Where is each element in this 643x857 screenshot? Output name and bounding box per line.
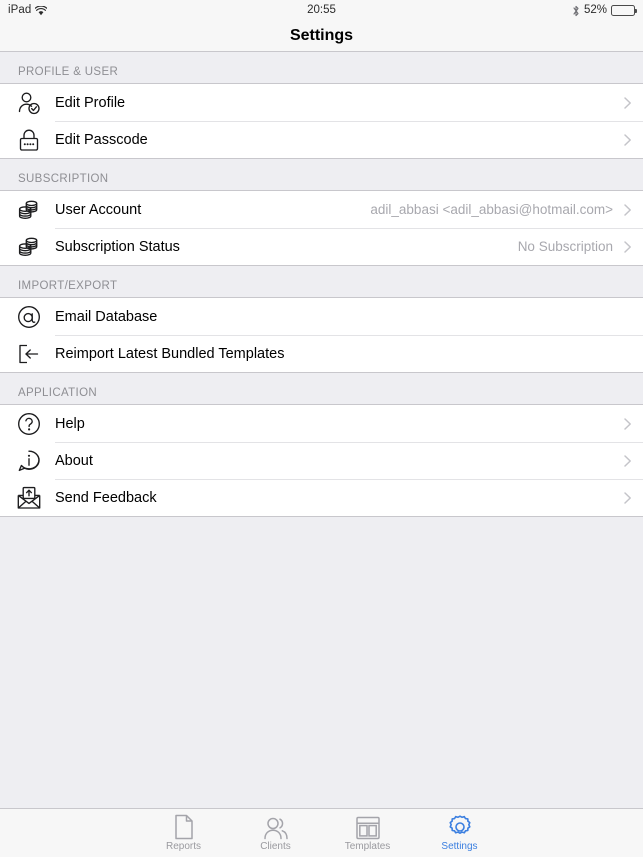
tab-label: Templates xyxy=(344,840,391,852)
page-title: Settings xyxy=(289,26,354,44)
tab-reports[interactable]: Reports xyxy=(138,809,230,857)
settings-row-label: Edit Passcode xyxy=(55,131,148,148)
tab-bar: Reports Clients Templates Settings xyxy=(0,808,643,857)
wifi-icon xyxy=(35,5,48,16)
settings-row[interactable]: Reimport Latest Bundled Templates xyxy=(0,335,643,372)
settings-row-label: About xyxy=(55,452,93,469)
chevron-right-icon xyxy=(623,132,633,148)
settings-row-label: Help xyxy=(55,415,85,432)
info-bubble-icon xyxy=(14,446,44,476)
settings-row[interactable]: Edit Profile xyxy=(0,84,643,121)
chevron-right-icon xyxy=(623,202,633,218)
settings-row-label: Send Feedback xyxy=(55,489,157,506)
status-bar: iPad 20:55 52% xyxy=(0,0,643,20)
chevron-right-icon xyxy=(623,416,633,432)
section-rows: User Account adil_abbasi <adil_abbasi@hot… xyxy=(0,190,643,266)
ipad-settings-screen: iPad 20:55 52% Settings PROFILE & USER E… xyxy=(0,0,643,857)
question-circle-icon xyxy=(14,409,44,439)
status-bar-left: iPad xyxy=(8,4,48,16)
section-header: IMPORT/EXPORT xyxy=(0,266,643,297)
section-rows: Email Database Reimport Latest Bundled T… xyxy=(0,297,643,373)
envelope-upload-icon xyxy=(14,483,44,513)
battery-percent-label: 52% xyxy=(583,4,607,16)
settings-row[interactable]: Help xyxy=(0,405,643,442)
layout-grid-icon xyxy=(355,814,381,840)
settings-row-label: Email Database xyxy=(55,308,158,325)
settings-row[interactable]: Edit Passcode xyxy=(0,121,643,158)
settings-row-label: User Account xyxy=(55,201,142,218)
tab-settings[interactable]: Settings xyxy=(414,809,506,857)
device-name: iPad xyxy=(8,4,32,16)
section-header: SUBSCRIPTION xyxy=(0,159,643,190)
status-bar-right: 52% xyxy=(572,4,637,17)
tab-label: Reports xyxy=(165,840,201,852)
section-header: PROFILE & USER xyxy=(0,52,643,83)
tab-label: Settings xyxy=(441,840,478,852)
settings-row[interactable]: Send Feedback xyxy=(0,479,643,516)
battery-icon xyxy=(611,4,637,16)
coin-stack-icon xyxy=(14,195,44,225)
settings-row-value: No Subscription xyxy=(517,239,613,254)
settings-row[interactable]: Subscription Status No Subscription xyxy=(0,228,643,265)
tab-label: Clients xyxy=(260,840,291,852)
settings-row[interactable]: User Account adil_abbasi <adil_abbasi@hot… xyxy=(0,191,643,228)
chevron-right-icon xyxy=(623,95,633,111)
tab-templates[interactable]: Templates xyxy=(322,809,414,857)
gear-icon xyxy=(447,814,473,840)
user-check-icon xyxy=(14,88,44,118)
section-rows: Edit Profile Edit Passcode xyxy=(0,83,643,159)
document-icon xyxy=(173,814,195,840)
settings-row[interactable]: About xyxy=(0,442,643,479)
coin-stack-icon xyxy=(14,232,44,262)
padlock-icon xyxy=(14,125,44,155)
section-rows: Help About Send Feedback xyxy=(0,404,643,517)
chevron-right-icon xyxy=(623,453,633,469)
settings-row-value: adil_abbasi <adil_abbasi@hotmail.com> xyxy=(370,202,613,217)
tab-clients[interactable]: Clients xyxy=(230,809,322,857)
settings-list: PROFILE & USER Edit Profile Edit Passcod… xyxy=(0,52,643,808)
status-bar-clock: 20:55 xyxy=(307,4,336,16)
chevron-right-icon xyxy=(623,239,633,255)
settings-row-label: Reimport Latest Bundled Templates xyxy=(55,345,285,362)
settings-row-label: Subscription Status xyxy=(55,238,180,255)
navigation-bar: Settings xyxy=(0,20,643,52)
settings-row[interactable]: Email Database xyxy=(0,298,643,335)
at-sign-icon xyxy=(14,302,44,332)
chevron-right-icon xyxy=(623,490,633,506)
people-icon xyxy=(262,814,290,840)
section-header: APPLICATION xyxy=(0,373,643,404)
import-arrow-icon xyxy=(14,339,44,369)
bluetooth-icon xyxy=(572,5,580,17)
settings-row-label: Edit Profile xyxy=(55,94,126,111)
